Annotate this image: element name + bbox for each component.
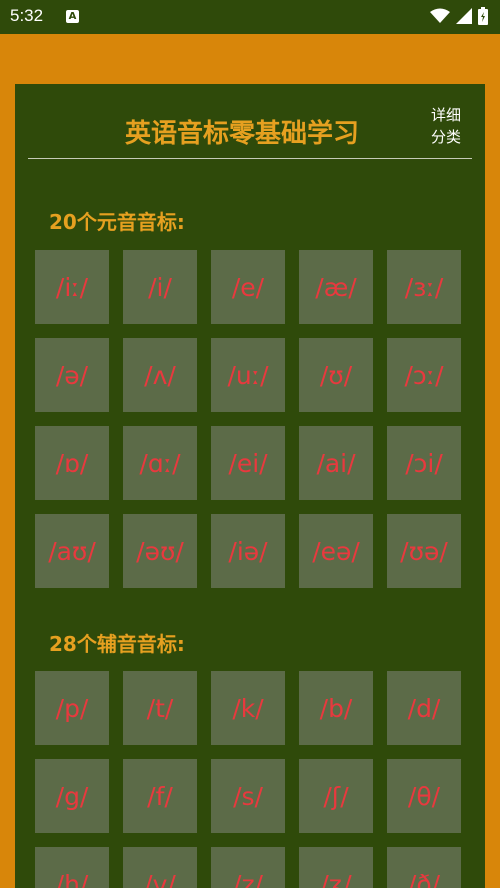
consonant-symbol-button[interactable]: /z/: [211, 847, 285, 888]
vowel-symbol-button[interactable]: /ai/: [299, 426, 373, 500]
vowel-symbol-button[interactable]: /ə/: [35, 338, 109, 412]
consonant-symbol-button[interactable]: /ʃ/: [299, 759, 373, 833]
vowel-grid: /iː//i//e//æ//ɜː/ /ə//ʌ//uː//ʊ//ɔː/ /ɒ//ɑː…: [35, 250, 463, 588]
vowel-symbol-button[interactable]: /iː/: [35, 250, 109, 324]
consonant-symbol-button[interactable]: /ð/: [387, 847, 461, 888]
vowels-heading: 20个元音音标:: [49, 210, 185, 234]
consonants-heading: 28个辅音音标:: [49, 632, 185, 656]
vowel-symbol-button[interactable]: /aʊ/: [35, 514, 109, 588]
vowel-symbol-button[interactable]: /əʊ/: [123, 514, 197, 588]
consonant-symbol-button[interactable]: /g/: [35, 759, 109, 833]
consonant-symbol-button[interactable]: /ʒ/: [299, 847, 373, 888]
consonant-symbol-button[interactable]: /f/: [123, 759, 197, 833]
consonant-symbol-button[interactable]: /v/: [123, 847, 197, 888]
title-divider: [28, 158, 472, 159]
status-time: 5:32: [10, 6, 44, 25]
consonant-symbol-button[interactable]: /p/: [35, 671, 109, 745]
consonant-symbol-button[interactable]: /k/: [211, 671, 285, 745]
consonant-symbol-button[interactable]: /h/: [35, 847, 109, 888]
page-title: 英语音标零基础学习: [124, 119, 359, 149]
vowel-symbol-button[interactable]: /i/: [123, 250, 197, 324]
consonant-symbol-button[interactable]: /s/: [211, 759, 285, 833]
consonant-symbol-button[interactable]: /t/: [123, 671, 197, 745]
chalkboard-frame: 英语音标零基础学习 详细 分类 20个元音音标: /iː//i//e//æ//ɜ…: [0, 34, 500, 888]
consonant-symbol-button[interactable]: /b/: [299, 671, 373, 745]
signal-icon: [456, 8, 472, 24]
vowel-symbol-button[interactable]: /ei/: [211, 426, 285, 500]
vowel-symbol-button[interactable]: /e/: [211, 250, 285, 324]
consonant-symbol-button[interactable]: /d/: [387, 671, 461, 745]
vowel-symbol-button[interactable]: /eə/: [299, 514, 373, 588]
vowel-symbol-button[interactable]: /ɔi/: [387, 426, 461, 500]
vowel-symbol-button[interactable]: /ʌ/: [123, 338, 197, 412]
vowel-symbol-button[interactable]: /uː/: [211, 338, 285, 412]
vowel-symbol-button[interactable]: /iə/: [211, 514, 285, 588]
vowel-symbol-button[interactable]: /ɒ/: [35, 426, 109, 500]
notification-icon: A: [66, 10, 79, 23]
vowel-symbol-button[interactable]: /ɔː/: [387, 338, 461, 412]
battery-icon: [478, 7, 488, 25]
consonant-grid: /p//t//k//b//d/ /g//f//s//ʃ//θ/ /h/ /v/ /z/ /…: [35, 671, 463, 888]
vowel-symbol-button[interactable]: /ɑː/: [123, 426, 197, 500]
vowel-symbol-button[interactable]: /ʊ/: [299, 338, 373, 412]
consonant-symbol-button[interactable]: /θ/: [387, 759, 461, 833]
vowel-symbol-button[interactable]: /æ/: [299, 250, 373, 324]
detail-category-button[interactable]: 详细 分类: [421, 104, 471, 148]
status-bar: 5:32 A: [0, 0, 500, 34]
status-icons: [430, 7, 488, 25]
vowel-symbol-button[interactable]: /ʊə/: [387, 514, 461, 588]
chalkboard: 英语音标零基础学习 详细 分类 20个元音音标: /iː//i//e//æ//ɜ…: [15, 84, 485, 888]
vowel-symbol-button[interactable]: /ɜː/: [387, 250, 461, 324]
wifi-icon: [430, 8, 450, 23]
